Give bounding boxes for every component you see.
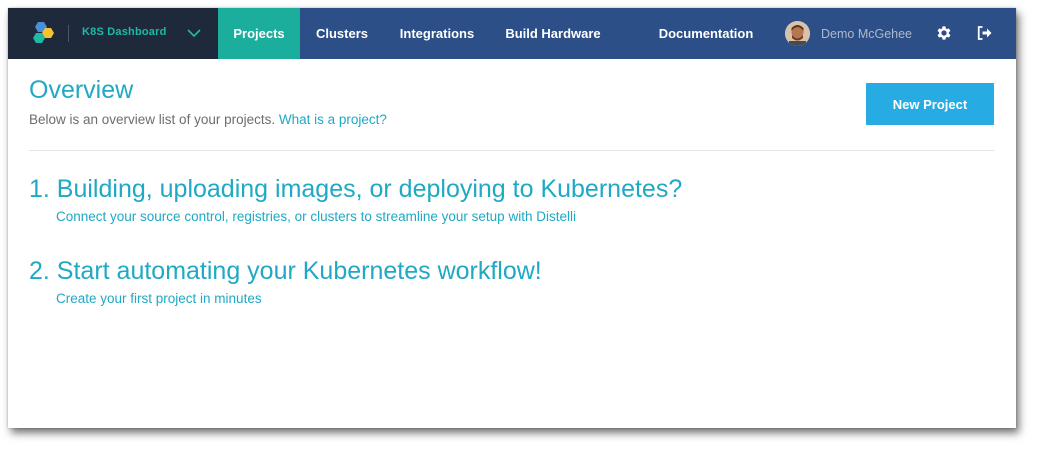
logout-icon[interactable]	[975, 24, 993, 42]
brand-separator	[68, 25, 69, 42]
chevron-down-icon[interactable]	[186, 27, 202, 39]
new-project-button[interactable]: New Project	[866, 83, 994, 125]
user-name: Demo McGehee	[821, 27, 913, 41]
nav-integrations[interactable]: Integrations	[388, 8, 486, 59]
nav-documentation[interactable]: Documentation	[648, 8, 764, 59]
logo-icon	[33, 22, 54, 43]
page-subtitle: Below is an overview list of your projec…	[29, 112, 387, 127]
dashboard-selector-label[interactable]: K8S Dashboard	[82, 26, 167, 38]
nav-clusters[interactable]: Clusters	[304, 8, 380, 59]
brand-area[interactable]: K8S Dashboard	[8, 8, 218, 59]
nav-projects[interactable]: Projects	[218, 8, 300, 59]
page-title: Overview	[29, 76, 134, 104]
step-2-link[interactable]: Create your first project in minutes	[56, 291, 262, 306]
what-is-a-project-link[interactable]: What is a project?	[279, 112, 387, 127]
divider	[29, 150, 994, 151]
nav-build-hardware[interactable]: Build Hardware	[494, 8, 612, 59]
subtitle-text: Below is an overview list of your projec…	[29, 112, 276, 127]
gear-icon[interactable]	[935, 24, 953, 42]
app-window: K8S Dashboard Projects Clusters Integrat…	[8, 8, 1016, 428]
step-1-link[interactable]: Connect your source control, registries,…	[56, 209, 576, 224]
step-2-title: 2. Start automating your Kubernetes work…	[29, 257, 542, 285]
top-navigation-bar: K8S Dashboard Projects Clusters Integrat…	[8, 8, 1016, 59]
step-1-title: 1. Building, uploading images, or deploy…	[29, 175, 683, 203]
avatar	[785, 21, 810, 46]
